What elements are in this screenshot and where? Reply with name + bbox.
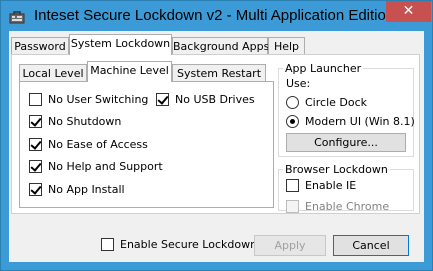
- enable-secure-lockdown-label: Enable Secure Lockdown: [120, 238, 258, 251]
- window-title: Inteset Secure Lockdown v2 - Multi Appli…: [34, 7, 395, 24]
- enable-ie-checkbox[interactable]: [286, 179, 299, 192]
- no-usb-drives-label: No USB Drives: [175, 93, 255, 106]
- title-bar: Inteset Secure Lockdown v2 - Multi Appli…: [1, 1, 432, 31]
- no-user-switching-label: No User Switching: [48, 93, 149, 106]
- app-window: Inteset Secure Lockdown v2 - Multi Appli…: [0, 0, 433, 271]
- no-help-and-support-checkbox[interactable]: [29, 160, 42, 173]
- tab-system-restart[interactable]: System Restart: [172, 64, 266, 82]
- tab-local-level[interactable]: Local Level: [19, 64, 87, 82]
- close-button[interactable]: ✕: [386, 1, 431, 22]
- no-user-switching-checkbox[interactable]: [29, 93, 42, 106]
- enable-chrome-label: Enable Chrome: [305, 200, 390, 213]
- no-shutdown-checkbox[interactable]: [29, 115, 42, 128]
- configure-button[interactable]: Configure...: [286, 133, 406, 152]
- no-usb-drives-checkbox[interactable]: [156, 93, 169, 106]
- enable-chrome-checkbox[interactable]: [286, 200, 299, 213]
- lock-app-icon: [9, 11, 25, 24]
- enable-secure-lockdown-checkbox[interactable]: [101, 238, 114, 251]
- tab-machine-level[interactable]: Machine Level: [87, 61, 172, 82]
- cancel-button[interactable]: Cancel: [333, 235, 409, 256]
- window-client-area: Password System Lockdown Background Apps…: [9, 31, 424, 262]
- tab-help[interactable]: Help: [268, 37, 305, 55]
- circle-dock-label: Circle Dock: [305, 96, 368, 109]
- no-ease-of-access-label: No Ease of Access: [48, 138, 148, 151]
- circle-dock-radio[interactable]: [286, 96, 299, 109]
- tab-background-apps[interactable]: Background Apps: [172, 37, 269, 55]
- apply-button[interactable]: Apply: [254, 235, 326, 256]
- no-app-install-label: No App Install: [48, 183, 125, 196]
- no-shutdown-label: No Shutdown: [48, 115, 122, 128]
- use-label: Use:: [286, 77, 311, 90]
- no-ease-of-access-checkbox[interactable]: [29, 138, 42, 151]
- tab-password[interactable]: Password: [11, 37, 69, 55]
- system-lockdown-panel: Local Level Machine Level System Restart…: [11, 54, 420, 214]
- tab-system-lockdown[interactable]: System Lockdown: [69, 34, 172, 55]
- machine-level-panel: No User Switching No USB Drives No Shutd…: [19, 81, 274, 208]
- modern-ui-radio[interactable]: [286, 115, 299, 128]
- no-app-install-checkbox[interactable]: [29, 183, 42, 196]
- browser-lockdown-title: Browser Lockdown: [283, 163, 390, 176]
- app-launcher-title: App Launcher: [283, 62, 364, 75]
- no-help-and-support-label: No Help and Support: [48, 160, 163, 173]
- enable-ie-label: Enable IE: [305, 179, 357, 192]
- modern-ui-label: Modern UI (Win 8.1): [305, 115, 415, 128]
